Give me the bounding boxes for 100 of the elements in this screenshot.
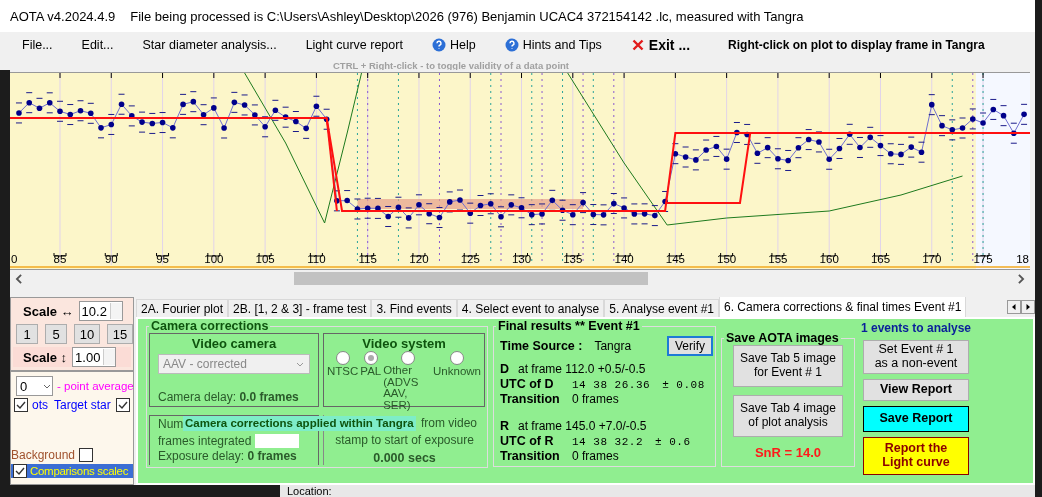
tab[interactable]: 4. Select event to analyse bbox=[456, 299, 605, 317]
spin-box[interactable]: 1.00 bbox=[72, 347, 117, 367]
light-curve-plot[interactable]: 0 85 90 95 100 105 110 115 120 125 130 135 140 145 150 155 160 165 170 175 18 bbox=[10, 72, 1030, 270]
group-title: Save AOTA images bbox=[725, 331, 840, 345]
axis-label: 155 bbox=[768, 253, 788, 265]
checkbox[interactable] bbox=[116, 398, 130, 412]
axis-label: 95 bbox=[156, 253, 169, 265]
close-icon bbox=[630, 38, 645, 52]
verify-button[interactable]: Verify bbox=[667, 336, 713, 356]
axis-label: 125 bbox=[460, 253, 480, 265]
radio-button[interactable] bbox=[401, 351, 416, 365]
tab[interactable]: 5. Analyse event #1 bbox=[604, 299, 719, 317]
axis-label: 175 bbox=[973, 253, 993, 265]
exposure-delay-text: Exposure delay: 0 frames bbox=[158, 449, 298, 463]
option-label: Target star bbox=[54, 398, 111, 412]
axis-label: 145 bbox=[665, 253, 685, 265]
option-label: Comparisons scalec bbox=[30, 465, 129, 477]
tab[interactable]: 2A. Fourier plot bbox=[136, 299, 229, 317]
save-image-button[interactable]: Save Tab 5 image for Event # 1 bbox=[733, 345, 843, 387]
axis-label: 150 bbox=[717, 253, 737, 265]
box-title: Video system bbox=[361, 336, 447, 351]
action-button[interactable]: View Report bbox=[863, 379, 969, 401]
axis-label: 0 bbox=[11, 253, 18, 265]
file-path-text: File being processed is C:\Users\Ashley\Desktop\2026 (976) Benjamin UCAC4 372154142 .lc, measured with Tangra bbox=[130, 8, 804, 24]
scale-label: Scale ↔ bbox=[23, 303, 74, 319]
menu-item[interactable]: Hints and Tips bbox=[496, 38, 610, 52]
checkbox[interactable] bbox=[14, 398, 28, 412]
option-label: ots bbox=[32, 398, 48, 412]
utc-value: 14 38 32.2 bbox=[572, 436, 643, 448]
axis-label: 100 bbox=[204, 253, 224, 265]
average-dropdown[interactable]: 0 bbox=[16, 376, 53, 396]
offset-text: from video bbox=[420, 416, 477, 430]
tab[interactable]: 6. Camera corrections & final times Event #1 bbox=[719, 297, 967, 317]
axis-label: 165 bbox=[870, 253, 891, 265]
average-label: - point average bbox=[57, 380, 133, 392]
help-icon bbox=[504, 38, 519, 52]
time-source-value: Tangra bbox=[594, 339, 632, 353]
spin-box[interactable]: 10.2 bbox=[78, 301, 123, 321]
axis-label: 18 bbox=[1016, 253, 1029, 265]
box-title: Video camera bbox=[190, 336, 278, 351]
utc-label: UTC of D bbox=[500, 377, 555, 391]
action-button[interactable]: Report the Light curve bbox=[863, 437, 969, 475]
offset-value: 0.000 secs bbox=[373, 451, 436, 465]
radio-label: Unknown bbox=[433, 365, 481, 377]
window-title: AOTA v4.2024.4.9 bbox=[10, 8, 116, 24]
scroll-right-icon[interactable] bbox=[1021, 300, 1035, 314]
axis-label: 160 bbox=[819, 253, 839, 265]
option-label: Background bbox=[11, 448, 76, 462]
transition-value: 0 frames bbox=[572, 449, 619, 463]
scale-button[interactable]: 15 bbox=[107, 324, 133, 344]
scale-button[interactable]: 10 bbox=[74, 324, 100, 344]
input-field[interactable] bbox=[255, 434, 300, 448]
utc-error: ± 0.6 bbox=[655, 436, 691, 448]
axis-label: 85 bbox=[53, 253, 67, 265]
location-label: Location: bbox=[287, 485, 332, 497]
camera-delay-text: Camera delay: 0.0 frames bbox=[158, 390, 300, 404]
scale-button[interactable]: 5 bbox=[45, 324, 67, 344]
utc-error: ± 0.08 bbox=[662, 379, 705, 391]
transition-value: 0 frames bbox=[572, 392, 619, 406]
scrollbar-thumb[interactable] bbox=[294, 272, 648, 285]
menu-item[interactable]: Light curve report bbox=[297, 38, 411, 52]
plot-hint: Right-click on plot to display frame in Tangra bbox=[728, 38, 985, 52]
group-title: Final results ** Event #1 bbox=[497, 319, 641, 333]
tooltip: Camera corrections applied within Tangra bbox=[183, 416, 416, 431]
axis-label: 170 bbox=[922, 253, 942, 265]
event-frame: at frame 112.0 +0.5/-0.5 bbox=[518, 362, 646, 376]
axis-label: 135 bbox=[563, 253, 583, 265]
scale-label: Scale ↕ bbox=[23, 349, 68, 365]
menu-item[interactable]: Edit... bbox=[73, 38, 122, 52]
axis-label: 130 bbox=[511, 253, 532, 265]
snr-text: SnR = 14.0 bbox=[754, 445, 822, 460]
save-image-button[interactable]: Save Tab 4 image of plot analysis bbox=[733, 395, 843, 437]
action-button[interactable]: Save Report bbox=[863, 406, 969, 432]
menu-item[interactable]: Exit ... bbox=[622, 37, 699, 53]
transition-label: Transition bbox=[500, 449, 561, 463]
radio-button[interactable] bbox=[450, 351, 464, 365]
tab[interactable]: 2B. [1, 2 & 3] - frame test bbox=[228, 299, 372, 317]
group-title: Camera corrections bbox=[150, 319, 270, 333]
selected-row[interactable]: Comparisons scalec bbox=[11, 464, 133, 478]
event-frame: at frame 145.0 +7.0/-0.5 bbox=[518, 419, 647, 433]
menu-item[interactable]: File... bbox=[14, 38, 61, 52]
radio-button[interactable] bbox=[335, 351, 350, 365]
checkbox[interactable] bbox=[13, 464, 27, 478]
axis-label: 120 bbox=[409, 253, 429, 265]
time-source-label: Time Source : bbox=[500, 339, 583, 353]
radio-label: NTSC bbox=[327, 365, 359, 377]
tab[interactable]: 3. Find events bbox=[371, 299, 457, 317]
event-letter: R bbox=[500, 419, 510, 433]
transition-label: Transition bbox=[500, 392, 561, 406]
utc-label: UTC of R bbox=[500, 434, 555, 448]
axis-label: 90 bbox=[104, 253, 118, 265]
radio-button[interactable] bbox=[363, 351, 378, 365]
menu-item[interactable]: Star diameter analysis... bbox=[134, 38, 285, 52]
action-button[interactable]: Set Event # 1 as a non-event bbox=[863, 340, 969, 374]
menu-item[interactable]: Help bbox=[423, 38, 484, 52]
events-count: 1 events to analyse bbox=[860, 321, 972, 335]
checkbox[interactable] bbox=[79, 448, 94, 462]
axis-label: 140 bbox=[614, 253, 634, 265]
scroll-left-icon[interactable] bbox=[1007, 300, 1021, 314]
scale-button[interactable]: 1 bbox=[16, 324, 38, 344]
